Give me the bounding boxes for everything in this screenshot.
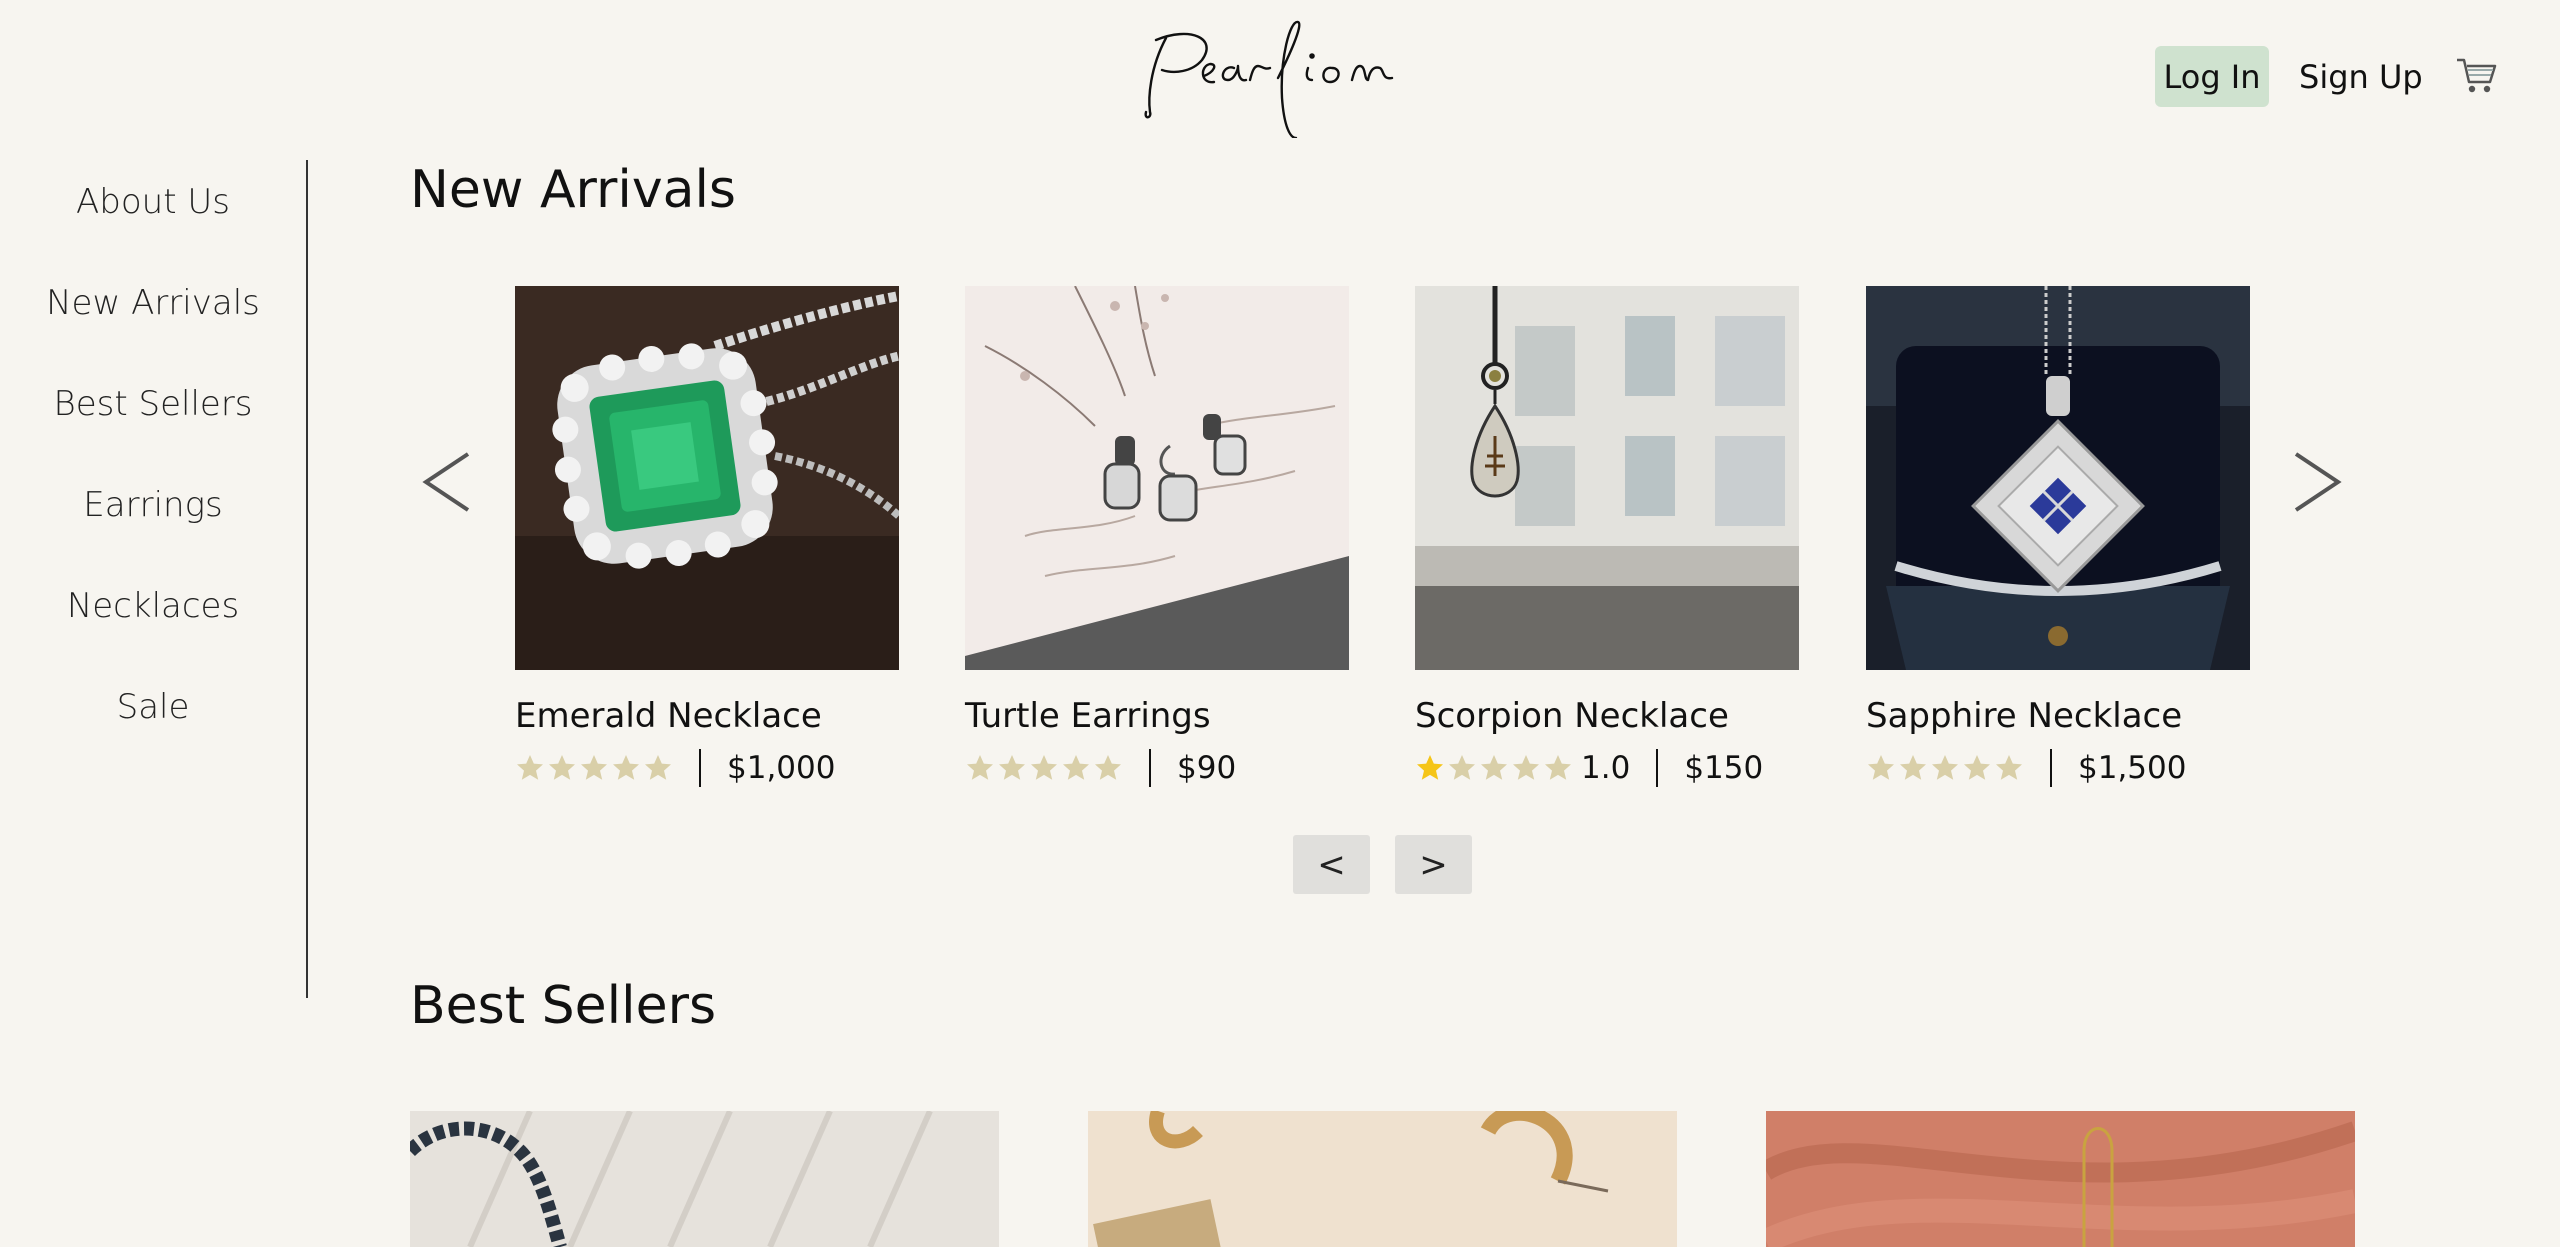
star-icon [1900, 755, 1926, 780]
product-price: $1,500 [2078, 750, 2187, 786]
signup-button[interactable]: Sign Up [2299, 46, 2423, 107]
rating-stars [1866, 753, 2024, 783]
pager-next-button[interactable]: > [1395, 835, 1472, 894]
pager-prev-label: < [1317, 844, 1346, 885]
product-name[interactable]: Emerald Necklace [515, 696, 822, 736]
meta-divider [2050, 749, 2052, 787]
carousel-next-arrow[interactable] [2288, 440, 2348, 524]
star-icon [967, 755, 993, 780]
star-icon [1449, 755, 1475, 780]
meta-divider [1149, 749, 1151, 787]
product-image-emerald-necklace[interactable] [515, 286, 899, 670]
star-icon [1063, 755, 1089, 780]
meta-divider [1656, 749, 1659, 787]
star-icon [1964, 755, 1990, 780]
sidebar-item-necklaces[interactable]: Necklaces [0, 586, 306, 626]
sidebar-item-new-arrivals[interactable]: New Arrivals [0, 283, 306, 323]
star-icon [1932, 755, 1958, 780]
pager-prev-button[interactable]: < [1293, 835, 1370, 894]
star-icon [517, 755, 543, 780]
best-sellers-title: Best Sellers [410, 976, 717, 1036]
sidebar-item-earrings[interactable]: Earrings [0, 485, 306, 525]
pager-next-label: > [1419, 844, 1448, 885]
star-icon [645, 755, 671, 780]
product-card[interactable]: Emerald Necklace $1,000 [515, 286, 899, 787]
new-arrivals-title: New Arrivals [410, 160, 736, 220]
best-seller-image[interactable] [410, 1111, 999, 1247]
product-card[interactable]: Scorpion Necklace 1.0 $150 [1415, 286, 1799, 787]
star-icon [1868, 755, 1894, 780]
cart-icon[interactable] [2455, 54, 2499, 98]
chevron-right-icon [2294, 452, 2342, 512]
rating-stars [515, 753, 673, 783]
star-icon [1031, 755, 1057, 780]
sidebar-item-best-sellers[interactable]: Best Sellers [0, 384, 306, 424]
product-name[interactable]: Turtle Earrings [965, 696, 1211, 736]
product-image-turtle-earrings[interactable] [965, 286, 1349, 670]
product-image-sapphire-necklace[interactable] [1866, 286, 2250, 670]
login-label: Log In [2163, 57, 2261, 96]
sidebar-divider [306, 160, 308, 998]
carousel-prev-arrow[interactable] [416, 440, 476, 524]
star-icon [1481, 755, 1507, 780]
star-icon [999, 755, 1025, 780]
product-card[interactable]: Sapphire Necklace $1,500 [1866, 286, 2250, 787]
login-button[interactable]: Log In [2155, 46, 2269, 107]
star-icon [1513, 755, 1539, 780]
product-image-scorpion-necklace[interactable] [1415, 286, 1799, 670]
product-card[interactable]: Turtle Earrings $90 [965, 286, 1349, 787]
chevron-left-icon [422, 452, 470, 512]
star-icon [581, 755, 607, 780]
product-name[interactable]: Sapphire Necklace [1866, 696, 2182, 736]
product-price: $90 [1177, 750, 1237, 786]
meta-divider [699, 749, 701, 787]
star-icon [1996, 755, 2022, 780]
sidebar-item-about-us[interactable]: About Us [0, 182, 306, 222]
product-meta: $1,500 [1866, 748, 2186, 788]
star-icon [613, 755, 639, 780]
product-meta: $90 [965, 748, 1236, 788]
product-price: $1,000 [727, 750, 836, 786]
best-seller-image[interactable] [1766, 1111, 2355, 1247]
signup-label: Sign Up [2299, 57, 2423, 96]
brand-logo[interactable] [1130, 8, 1440, 140]
rating-stars [965, 753, 1123, 783]
star-icon [549, 755, 575, 780]
product-price: $150 [1684, 750, 1764, 786]
product-meta: 1.0 $150 [1415, 748, 1763, 788]
best-seller-image[interactable] [1088, 1111, 1677, 1247]
rating-value: 1.0 [1581, 750, 1631, 786]
star-icon [1417, 755, 1443, 780]
sidebar-item-sale[interactable]: Sale [0, 687, 306, 727]
star-icon [1095, 755, 1121, 780]
rating-stars [1415, 753, 1573, 783]
product-name[interactable]: Scorpion Necklace [1415, 696, 1729, 736]
product-meta: $1,000 [515, 748, 835, 788]
star-icon [1545, 755, 1571, 780]
